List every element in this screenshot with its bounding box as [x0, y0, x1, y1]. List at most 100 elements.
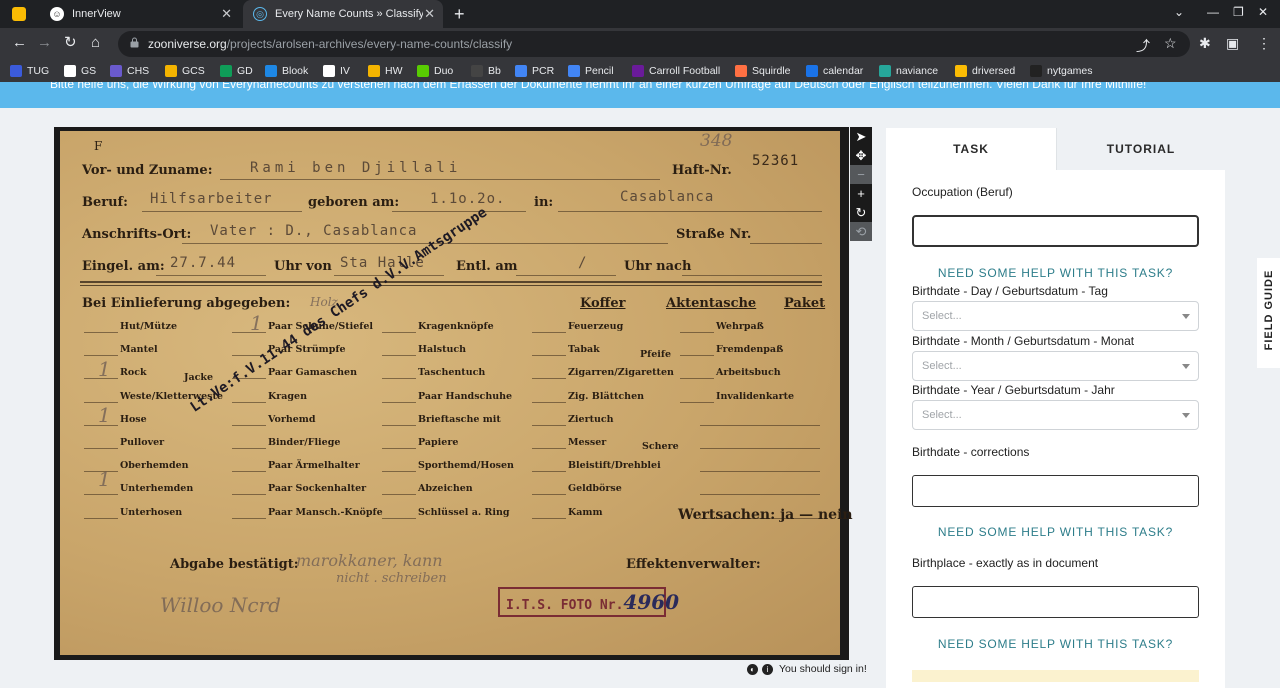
item-label: Sporthemd/Hosen — [418, 460, 514, 472]
bookmark-item[interactable]: Blook — [265, 64, 308, 78]
field-guide-tab[interactable]: FIELD GUIDE — [1257, 258, 1280, 368]
bookmark-favicon-icon — [955, 65, 967, 77]
bookmark-item[interactable]: Pencil — [568, 64, 614, 78]
double-rule — [80, 281, 822, 283]
restore-button[interactable]: ❐ — [1233, 5, 1244, 19]
select-placeholder: Select... — [922, 409, 962, 421]
browser-tab-innerview[interactable]: ☺ InnerView ✕ — [40, 0, 240, 28]
banner-text: Bitte helfe uns, die Wirkung von Everyna… — [50, 82, 1147, 91]
rotate-icon[interactable]: ↻ — [850, 203, 872, 222]
survey-banner: Bitte helfe uns, die Wirkung von Everyna… — [0, 82, 1280, 108]
item-label: Paar Handschuhe — [418, 390, 513, 402]
bookmark-favicon-icon — [165, 65, 177, 77]
item-rule — [382, 517, 416, 519]
bookmark-item[interactable]: nytgames — [1030, 64, 1093, 78]
typed-beruf: Hilfsarbeiter — [150, 191, 273, 207]
handwritten-mark: 1 — [250, 311, 263, 335]
item-rule — [532, 517, 566, 519]
occupation-input[interactable] — [912, 215, 1199, 247]
subject-viewer[interactable]: F 348 Vor- und Zuname: Rami ben Djillali… — [54, 127, 853, 660]
back-icon[interactable]: ← — [12, 35, 27, 51]
zoom-out-icon[interactable]: − — [850, 165, 872, 184]
forward-icon[interactable]: → — [37, 35, 52, 51]
birth-year-select[interactable]: Select... — [912, 400, 1199, 430]
label-paket: Paket — [784, 296, 826, 311]
chevron-down-icon — [1182, 413, 1190, 418]
item-label: Feuerzeug — [568, 321, 624, 332]
bookmark-label: driversed — [972, 65, 1016, 77]
rule — [682, 275, 822, 276]
item-label: Bleistift/Drehblei — [568, 460, 661, 472]
item-label: Zig. Blättchen — [568, 390, 645, 402]
foto-stamp-number: 4960 — [623, 590, 680, 614]
item-label: Rock — [120, 367, 147, 379]
url-text: zooniverse.org/projects/arolsen-archives… — [148, 37, 513, 51]
signin-text: You should sign in! — [779, 663, 867, 675]
bookmark-item[interactable]: HW — [368, 64, 403, 78]
tab-close-icon[interactable]: ✕ — [221, 6, 232, 22]
more-menu-icon[interactable]: ⋮ — [1257, 35, 1271, 52]
home-icon[interactable]: ⌂ — [91, 35, 100, 51]
item-rule — [680, 378, 714, 380]
bookmark-item[interactable]: GS — [64, 64, 96, 78]
bookmark-item[interactable]: GD — [220, 64, 253, 78]
reload-icon[interactable]: ↻ — [64, 35, 77, 51]
label-bei-einlieferung: Bei Einlieferung abgegeben: — [82, 296, 291, 311]
browser-menu-icon[interactable] — [12, 7, 26, 21]
help-link[interactable]: NEED SOME HELP WITH THIS TASK? — [886, 266, 1225, 280]
handwritten-mark: 1 — [98, 467, 111, 491]
bookmark-item[interactable]: calendar — [806, 64, 863, 78]
reset-view-icon[interactable]: ⟲ — [850, 222, 872, 241]
birth-day-select[interactable]: Select... — [912, 301, 1199, 331]
bookmark-item[interactable]: IV — [323, 64, 350, 78]
bookmark-item[interactable]: driversed — [955, 64, 1015, 78]
contrast-icon[interactable]: ◐ — [747, 663, 758, 675]
bookmark-item[interactable]: PCR — [515, 64, 554, 78]
tab-close-icon[interactable]: ✕ — [424, 6, 435, 22]
signin-notice[interactable]: ◐ i You should sign in! — [747, 663, 867, 675]
item-rule — [532, 494, 566, 496]
birth-month-select[interactable]: Select... — [912, 351, 1199, 381]
pointer-tool-icon[interactable]: ➤ — [850, 127, 872, 146]
tab-title: Every Name Counts » Classify - — [275, 8, 423, 20]
help-link[interactable]: NEED SOME HELP WITH THIS TASK? — [886, 525, 1225, 539]
bookmark-label: PCR — [532, 65, 555, 77]
url-field[interactable]: zooniverse.org/projects/arolsen-archives… — [118, 31, 1190, 57]
minimize-button[interactable]: — — [1207, 5, 1219, 19]
item-label: Paar Ärmelhalter — [268, 460, 360, 472]
info-icon[interactable]: i — [762, 663, 773, 675]
typed-eingel: 27.7.44 — [170, 255, 237, 271]
help-link[interactable]: NEED SOME HELP WITH THIS TASK? — [886, 637, 1225, 651]
bookmark-item[interactable]: TUG — [10, 64, 49, 78]
new-tab-button[interactable]: + — [454, 4, 465, 25]
tab-title: InnerView — [72, 8, 121, 20]
bookmark-star-icon[interactable]: ☆ — [1164, 35, 1177, 52]
item-label: Paar Sockenhalter — [268, 483, 367, 495]
browser-tab-every-name-counts[interactable]: ◎ Every Name Counts » Classify - ✕ — [243, 0, 443, 28]
tab-search-icon[interactable]: ⌄ — [1174, 5, 1184, 19]
extensions-icon[interactable]: ✱ — [1199, 35, 1211, 52]
corrections-input[interactable] — [912, 475, 1199, 507]
item-label: Tabak — [568, 344, 600, 356]
tab-task[interactable]: TASK — [886, 128, 1056, 170]
bookmark-item[interactable]: Squirdle — [735, 64, 791, 78]
bookmark-item[interactable]: Duo — [417, 64, 453, 78]
label-haft-nr: Haft-Nr. — [672, 163, 732, 178]
share-icon[interactable]: ⤴ — [1136, 36, 1150, 56]
bookmark-label: Bb — [488, 65, 501, 77]
typed-haft-nr: 52361 — [752, 153, 800, 169]
zoom-in-icon[interactable]: + — [850, 184, 872, 203]
bookmark-item[interactable]: Carroll Football — [632, 64, 720, 78]
bookmark-item[interactable]: naviance — [879, 64, 938, 78]
side-panel-icon[interactable]: ▣ — [1226, 35, 1239, 52]
move-tool-icon[interactable]: ✥ — [850, 146, 872, 165]
bookmark-item[interactable]: CHS — [110, 64, 149, 78]
bookmark-item[interactable]: Bb — [471, 64, 501, 78]
bookmark-item[interactable]: GCS — [165, 64, 205, 78]
birthplace-input[interactable] — [912, 586, 1199, 618]
bookmark-favicon-icon — [110, 65, 122, 77]
close-window-button[interactable]: ✕ — [1258, 5, 1268, 19]
tab-tutorial[interactable]: TUTORIAL — [1056, 128, 1225, 170]
bookmark-label: GD — [237, 65, 253, 77]
bookmark-label: Blook — [282, 65, 309, 77]
